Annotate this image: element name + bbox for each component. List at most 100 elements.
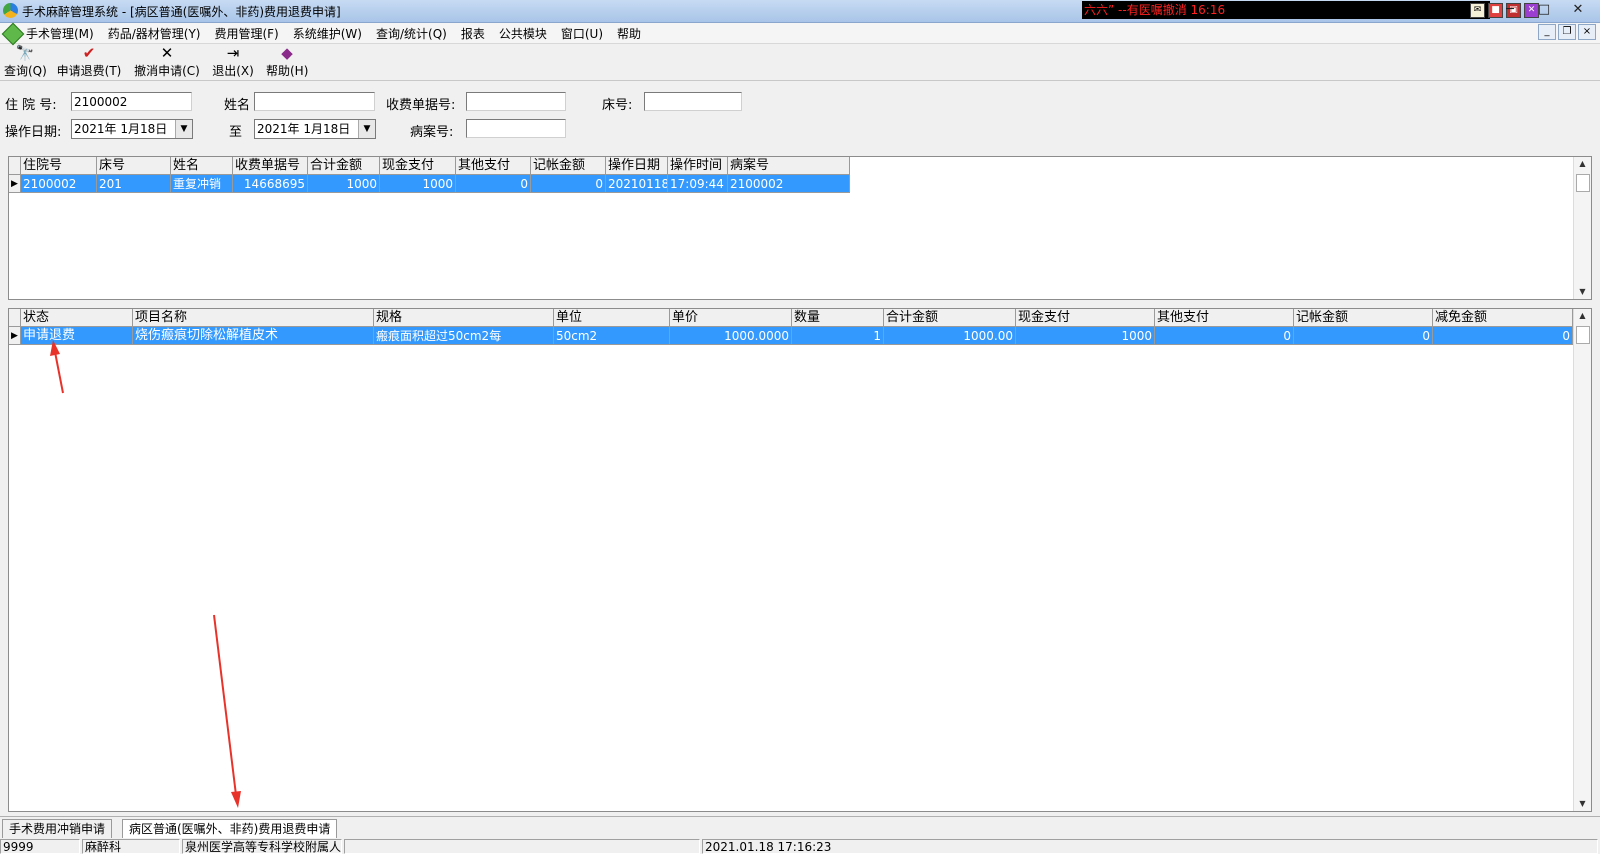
query-button[interactable]: 🔭 查询(Q) bbox=[4, 44, 47, 80]
column-header[interactable]: 合计金额 bbox=[884, 309, 1016, 327]
column-header[interactable]: 病案号 bbox=[728, 157, 850, 175]
table-cell[interactable]: 2100002 bbox=[728, 175, 850, 193]
toolbar: 🔭 查询(Q) ✔ 申请退费(T) ✕ 撤消申请(C) ⇥ 退出(X) ◆ 帮助… bbox=[0, 44, 1600, 81]
window-tabs: 手术费用冲销申请 病区普通(医嘱外、非药)费用退费申请 bbox=[0, 816, 1600, 839]
status-blank bbox=[344, 839, 700, 854]
table-cell[interactable]: 1000.0000 bbox=[670, 327, 792, 345]
column-header[interactable]: 数量 bbox=[792, 309, 884, 327]
table-cell[interactable]: 0 bbox=[1433, 327, 1573, 345]
help-button[interactable]: ◆ 帮助(H) bbox=[266, 44, 308, 80]
table-cell[interactable]: 2100002 bbox=[21, 175, 97, 193]
tab-ward-fee-refund[interactable]: 病区普通(医嘱外、非药)费用退费申请 bbox=[122, 819, 338, 839]
column-header[interactable]: 项目名称 bbox=[133, 309, 374, 327]
column-header[interactable]: 现金支付 bbox=[1016, 309, 1155, 327]
scroll-up-icon[interactable]: ▲ bbox=[1574, 309, 1591, 323]
chevron-down-icon[interactable]: ▼ bbox=[358, 120, 375, 138]
table-cell[interactable]: 申请退费 bbox=[21, 327, 133, 345]
menu-fees[interactable]: 费用管理(F) bbox=[214, 25, 278, 42]
menu-drugs[interactable]: 药品/器材管理(Y) bbox=[108, 25, 201, 42]
cross-icon: ✕ bbox=[160, 44, 174, 62]
column-header[interactable]: 记帐金额 bbox=[531, 157, 606, 175]
column-header[interactable]: 现金支付 bbox=[380, 157, 456, 175]
table-cell[interactable]: 1 bbox=[792, 327, 884, 345]
column-header[interactable]: 状态 bbox=[21, 309, 133, 327]
table-row[interactable]: ▶ 申请退费 烧伤瘢痕切除松解植皮术 瘢痕面积超过50cm2每 50cm2 10… bbox=[9, 327, 1573, 345]
mdi-minimize-button[interactable]: _ bbox=[1538, 24, 1556, 40]
notification-ticker[interactable]: 六六” --有医嘱撤消 16:16 bbox=[1082, 1, 1490, 19]
column-header[interactable]: 单位 bbox=[554, 309, 670, 327]
table-cell[interactable]: 20210118 bbox=[606, 175, 668, 193]
op-date-label: 操作日期: bbox=[5, 125, 62, 140]
table-cell[interactable]: 烧伤瘢痕切除松解植皮术 bbox=[133, 327, 374, 345]
scroll-up-icon[interactable]: ▲ bbox=[1574, 157, 1591, 171]
mdi-close-button[interactable]: × bbox=[1578, 24, 1596, 40]
cancel-apply-button[interactable]: ✕ 撤消申请(C) bbox=[134, 44, 200, 80]
menu-surgery[interactable]: 手术管理(M) bbox=[26, 25, 94, 42]
table-cell[interactable]: 1000 bbox=[380, 175, 456, 193]
op-date-from-picker[interactable]: 2021年 1月18日 ▼ bbox=[71, 119, 193, 139]
scroll-down-icon[interactable]: ▼ bbox=[1574, 797, 1591, 811]
column-header[interactable]: 减免金额 bbox=[1433, 309, 1573, 327]
name-input[interactable] bbox=[254, 92, 375, 111]
menu-public[interactable]: 公共模块 bbox=[499, 25, 547, 42]
column-header[interactable]: 合计金额 bbox=[308, 157, 380, 175]
column-header[interactable]: 床号 bbox=[97, 157, 171, 175]
scroll-thumb[interactable] bbox=[1576, 174, 1590, 192]
op-date-to-value: 2021年 1月18日 bbox=[257, 122, 351, 136]
window-close-button[interactable]: ✕ bbox=[1564, 1, 1592, 19]
table-cell[interactable]: 1000.00 bbox=[884, 327, 1016, 345]
apply-refund-button[interactable]: ✔ 申请退费(T) bbox=[56, 44, 122, 80]
table-cell[interactable]: 瘢痕面积超过50cm2每 bbox=[374, 327, 554, 345]
receipt-no-input[interactable] bbox=[466, 92, 566, 111]
status-bar: 9999 麻醉科 泉州医学高等专科学校附属人 2021.01.18 17:16:… bbox=[0, 838, 1600, 854]
column-header[interactable]: 姓名 bbox=[171, 157, 233, 175]
table-cell[interactable]: 201 bbox=[97, 175, 171, 193]
bottom-grid-scrollbar[interactable]: ▲ ▼ bbox=[1573, 309, 1591, 811]
column-header[interactable]: 住院号 bbox=[21, 157, 97, 175]
table-cell[interactable]: 0 bbox=[1155, 327, 1294, 345]
row-indicator-header bbox=[9, 309, 21, 327]
chevron-down-icon[interactable]: ▼ bbox=[175, 120, 192, 138]
scroll-thumb[interactable] bbox=[1576, 326, 1590, 344]
table-cell[interactable]: 17:09:44 bbox=[668, 175, 728, 193]
top-grid-scrollbar[interactable]: ▲ ▼ bbox=[1573, 157, 1591, 299]
exit-button[interactable]: ⇥ 退出(X) bbox=[212, 44, 254, 80]
column-header[interactable]: 其他支付 bbox=[1155, 309, 1294, 327]
column-header[interactable]: 操作日期 bbox=[606, 157, 668, 175]
table-cell[interactable]: 14668695 bbox=[233, 175, 308, 193]
column-header[interactable]: 操作时间 bbox=[668, 157, 728, 175]
table-cell[interactable]: 1000 bbox=[308, 175, 380, 193]
case-no-label: 病案号: bbox=[410, 125, 454, 140]
table-cell[interactable]: 0 bbox=[531, 175, 606, 193]
table-cell[interactable]: 0 bbox=[1294, 327, 1433, 345]
mdi-restore-button[interactable]: ❐ bbox=[1558, 24, 1576, 40]
table-cell[interactable]: 1000 bbox=[1016, 327, 1155, 345]
menu-reports[interactable]: 报表 bbox=[461, 25, 485, 42]
menu-query[interactable]: 查询/统计(Q) bbox=[376, 25, 447, 42]
mail-icon[interactable]: ✉ bbox=[1470, 3, 1485, 18]
column-header[interactable]: 单价 bbox=[670, 309, 792, 327]
table-cell[interactable]: 重复冲销 bbox=[171, 175, 233, 193]
column-header[interactable]: 规格 bbox=[374, 309, 554, 327]
maximize-button[interactable]: □ bbox=[1530, 1, 1558, 19]
inpatient-no-input[interactable]: 2100002 bbox=[71, 92, 192, 111]
tab-surgery-fee-reversal[interactable]: 手术费用冲销申请 bbox=[2, 819, 113, 839]
column-header[interactable]: 记帐金额 bbox=[1294, 309, 1433, 327]
menu-window[interactable]: 窗口(U) bbox=[561, 25, 603, 42]
scroll-down-icon[interactable]: ▼ bbox=[1574, 285, 1591, 299]
minimize-button[interactable]: ─ bbox=[1496, 1, 1524, 19]
table-cell[interactable]: 0 bbox=[456, 175, 531, 193]
case-no-input[interactable] bbox=[466, 119, 566, 138]
system-menu-icon[interactable] bbox=[1, 22, 25, 46]
bed-no-input[interactable] bbox=[644, 92, 742, 111]
column-header[interactable]: 其他支付 bbox=[456, 157, 531, 175]
checkmark-icon: ✔ bbox=[82, 44, 96, 62]
refund-records-grid[interactable]: 住院号 床号 姓名 收费单据号 合计金额 现金支付 其他支付 记帐金额 操作日期… bbox=[8, 156, 1592, 300]
menu-system[interactable]: 系统维护(W) bbox=[293, 25, 362, 42]
menu-help[interactable]: 帮助 bbox=[617, 25, 641, 42]
column-header[interactable]: 收费单据号 bbox=[233, 157, 308, 175]
refund-items-grid[interactable]: 状态 项目名称 规格 单位 单价 数量 合计金额 现金支付 其他支付 记帐金额 … bbox=[8, 308, 1592, 812]
table-row[interactable]: ▶ 2100002 201 重复冲销 14668695 1000 1000 0 … bbox=[9, 175, 850, 193]
table-cell[interactable]: 50cm2 bbox=[554, 327, 670, 345]
op-date-to-picker[interactable]: 2021年 1月18日 ▼ bbox=[254, 119, 376, 139]
